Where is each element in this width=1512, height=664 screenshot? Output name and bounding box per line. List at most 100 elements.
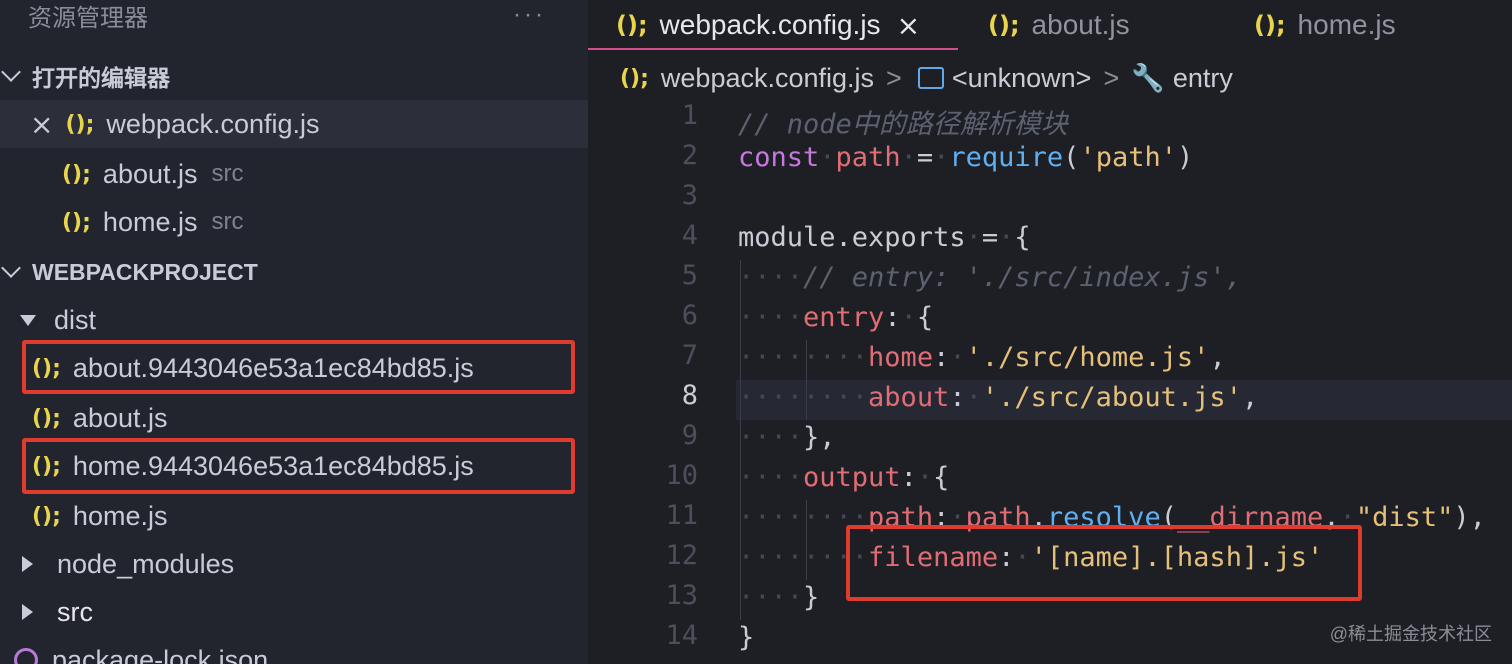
breadcrumb-symbol[interactable]: <unknown> [952,63,1092,94]
js-file-icon: (); [620,65,649,91]
line-number: 12 [665,540,698,571]
code-token: · [998,222,1015,253]
open-editor-name: webpack.config.js [106,108,320,139]
open-editors-header[interactable]: 打开的编辑器 [0,52,588,100]
breadcrumb-separator: > [886,62,902,93]
code-token: : [949,382,966,413]
explorer-sidebar: 资源管理器 ··· 打开的编辑器 × (); webpack.config.js… [0,0,588,664]
code-line: ········about:·'./src/about.js', [738,382,1258,413]
line-number: 4 [681,220,698,251]
code-token: ···· [738,422,804,453]
code-token: · [965,382,982,413]
open-editor-name: home.js [102,206,198,237]
open-editor-desc: src [211,208,244,235]
line-number: 7 [681,340,698,371]
code-token: · [916,462,934,493]
tree-file[interactable]: (); home.js [0,492,588,540]
explorer-header: 资源管理器 ··· [0,0,588,40]
open-editor-item[interactable]: (); home.js src [0,198,588,246]
code-token: "dist" [1355,502,1454,533]
code-token: : [900,462,917,493]
code-token: ···· [738,262,804,293]
code-token: // node中的路径解析模块 [738,109,1068,140]
code-token: path [835,142,901,173]
code-token: module.exports [738,222,966,253]
code-token: ···· [738,462,804,493]
code-token: ········ [738,382,869,413]
js-file-icon: (); [988,11,1020,39]
more-actions-button[interactable]: ··· [513,1,546,29]
tree-item-label: src [57,596,93,627]
tree-folder-src[interactable]: src [0,588,588,636]
breadcrumb-file[interactable]: webpack.config.js [661,63,874,94]
code-token: = [981,222,999,253]
code-token: { [1014,222,1031,253]
js-file-icon: (); [1254,11,1286,39]
code-token: { [916,302,934,333]
code-line: // node中的路径解析模块 [738,102,1068,141]
code-line: ····output:·{ [738,462,949,493]
line-number: 2 [681,140,698,171]
explorer-title: 资源管理器 [28,4,148,32]
breadcrumb-item[interactable]: entry [1173,63,1233,94]
tab-about[interactable]: (); about.js [988,0,1130,50]
tab-label: home.js [1297,9,1396,40]
open-editor-item[interactable]: (); about.js src [0,150,588,198]
line-number: 5 [681,260,698,291]
code-editor[interactable]: 1 2 3 4 5 6 7 8 9 10 11 12 13 14 // node… [588,100,1512,664]
code-token: = [916,142,934,173]
tree-item-label: node_modules [57,548,235,579]
code-token: // entry: './src/index.js', [803,262,1242,293]
code-token: , [1241,382,1259,413]
code-token: : [884,302,901,333]
tree-folder-dist[interactable]: dist [0,296,588,344]
code-token: } [738,622,755,653]
tab-label: about.js [1031,9,1130,40]
tree-file[interactable]: package-lock.json [0,636,588,664]
line-number: 3 [681,180,698,211]
code-line: module.exports·=·{ [738,222,1031,253]
code-token: output [803,462,901,493]
open-editor-item[interactable]: × (); webpack.config.js [0,100,588,148]
js-file-icon: (); [62,161,91,187]
code-line: ········home:·'./src/home.js', [738,342,1226,373]
code-token: ( [1063,142,1080,173]
code-token: './src/home.js' [965,342,1210,373]
open-editors-label: 打开的编辑器 [32,65,170,91]
close-icon[interactable]: × [30,108,53,141]
tab-home[interactable]: (); home.js [1254,0,1396,50]
expand-arrow-icon [20,314,36,326]
code-token: · [900,142,917,173]
js-file-icon: (); [62,209,91,235]
tab-webpack-config[interactable]: (); webpack.config.js × [616,0,920,50]
code-token: about [868,382,950,413]
line-number: 9 [681,420,698,451]
tree-item-label: about.js [72,402,168,433]
tab-label: webpack.config.js [659,9,881,40]
code-token: './src/about.js' [981,382,1242,413]
code-token: · [949,342,966,373]
breadcrumb: (); webpack.config.js > <unknown> > 🔧 en… [620,56,1233,100]
code-token: ···· [738,302,804,333]
js-file-icon: (); [65,111,95,137]
open-editor-desc: src [211,160,244,187]
line-number: 14 [665,620,698,651]
code-line: ····}, [738,422,836,453]
watermark: @稀土掘金技术社区 [1329,624,1492,644]
close-icon[interactable]: × [897,9,920,42]
line-number: 10 [665,460,698,491]
code-token: · [900,302,917,333]
code-token: ········ [738,342,869,373]
tree-file[interactable]: (); about.js [0,394,588,442]
code-line: } [738,622,754,653]
code-token: · [933,142,950,173]
tree-item-label: package-lock.json [52,644,269,664]
code-token: , [1209,342,1226,373]
highlight-box [22,340,575,394]
chevron-down-icon [1,258,21,278]
tree-folder-node-modules[interactable]: node_modules [0,540,588,588]
project-header[interactable]: WEBPACKPROJECT [0,248,588,296]
code-token: } [803,582,820,613]
code-token: 'path' [1079,142,1177,173]
code-token: require [949,142,1064,173]
